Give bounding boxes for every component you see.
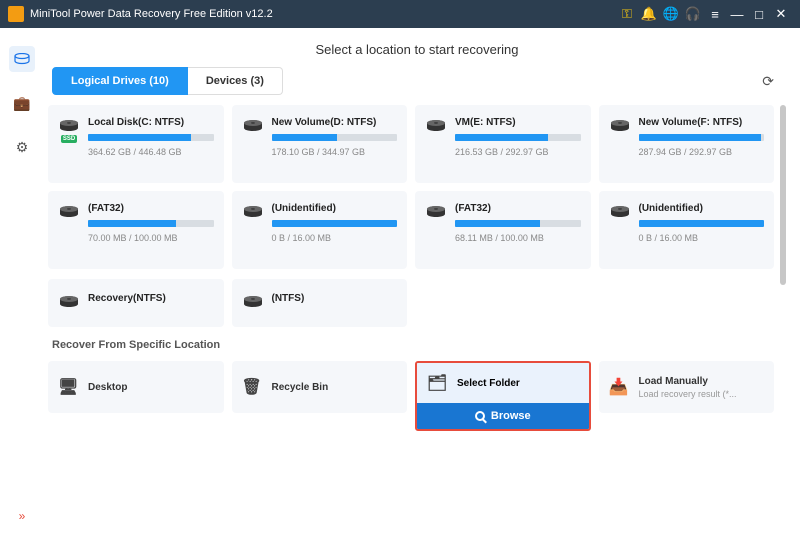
location-load-manually[interactable]: 📥 Load Manually Load recovery result (*.…: [599, 361, 775, 413]
location-sublabel: Load recovery result (*...: [639, 389, 765, 399]
drive-name: VM(E: NTFS): [455, 117, 581, 128]
drive-size: 0 B / 16.00 MB: [272, 233, 398, 243]
disk-icon: [58, 293, 80, 313]
drive-card[interactable]: SSD Local Disk(C: NTFS) 364.62 GB / 446.48…: [48, 105, 224, 183]
maximize-icon[interactable]: □: [748, 7, 770, 22]
disk-icon: [609, 117, 631, 173]
location-desktop[interactable]: 🖥 Desktop: [48, 361, 224, 413]
drive-size: 70.00 MB / 100.00 MB: [88, 233, 214, 243]
browse-label: Browse: [491, 410, 531, 422]
sidebar-expand-icon[interactable]: »: [19, 509, 26, 523]
drive-name: Local Disk(C: NTFS): [88, 117, 214, 128]
disk-icon: [58, 203, 80, 259]
drive-name: (NTFS): [272, 293, 398, 304]
drive-usage-bar: [88, 134, 214, 141]
location-select-folder[interactable]: 🗂 Select Folder: [417, 363, 589, 403]
trash-icon: 🗑: [242, 377, 262, 397]
app-logo-icon: [8, 6, 24, 22]
sidebar: 💼 ⚙ »: [0, 28, 44, 533]
drive-card[interactable]: (Unidentified) 0 B / 16.00 MB: [599, 191, 775, 269]
drive-size: 364.62 GB / 446.48 GB: [88, 147, 214, 157]
drive-size: 287.94 GB / 292.97 GB: [639, 147, 765, 157]
select-folder-group: 🗂 Select Folder Browse: [415, 361, 591, 431]
drive-size: 68.11 MB / 100.00 MB: [455, 233, 581, 243]
title-bar: MiniTool Power Data Recovery Free Editio…: [0, 0, 800, 28]
location-label: Select Folder: [457, 378, 520, 389]
globe-icon[interactable]: 🌐: [660, 6, 682, 22]
drive-card[interactable]: (FAT32) 68.11 MB / 100.00 MB: [415, 191, 591, 269]
sidebar-item-toolbox[interactable]: 💼: [9, 90, 35, 116]
drive-card[interactable]: Recovery(NTFS): [48, 279, 224, 327]
drive-usage-bar: [272, 134, 398, 141]
disk-icon: [609, 203, 631, 259]
location-label: Load Manually: [639, 376, 708, 387]
drive-card[interactable]: (FAT32) 70.00 MB / 100.00 MB: [48, 191, 224, 269]
drive-size: 0 B / 16.00 MB: [639, 233, 765, 243]
tab-logical-drives[interactable]: Logical Drives (10): [52, 67, 188, 95]
location-recycle-bin[interactable]: 🗑 Recycle Bin: [232, 361, 408, 413]
drive-card[interactable]: New Volume(F: NTFS) 287.94 GB / 292.97 GB: [599, 105, 775, 183]
drive-name: Recovery(NTFS): [88, 293, 214, 304]
drive-usage-bar: [455, 220, 581, 227]
disk-icon: SSD: [58, 117, 80, 173]
drive-card[interactable]: VM(E: NTFS) 216.53 GB / 292.97 GB: [415, 105, 591, 183]
scrollbar[interactable]: [780, 105, 786, 285]
folder-icon: 🗂: [427, 373, 447, 393]
drive-name: (FAT32): [455, 203, 581, 214]
drive-usage-bar: [639, 220, 765, 227]
disk-icon: [242, 117, 264, 173]
drive-usage-bar: [272, 220, 398, 227]
location-label: Recycle Bin: [272, 382, 329, 393]
desktop-icon: 🖥: [58, 377, 78, 397]
drive-usage-bar: [455, 134, 581, 141]
key-icon[interactable]: ⚿: [616, 6, 638, 22]
tab-devices[interactable]: Devices (3): [188, 67, 283, 95]
disk-icon: [425, 203, 447, 259]
ssd-badge: SSD: [61, 135, 77, 143]
load-icon: 📥: [609, 377, 629, 397]
location-label: Desktop: [88, 382, 127, 393]
drive-size: 178.10 GB / 344.97 GB: [272, 147, 398, 157]
minimize-icon[interactable]: —: [726, 7, 748, 22]
drive-name: New Volume(F: NTFS): [639, 117, 765, 128]
drive-usage-bar: [639, 134, 765, 141]
drive-card[interactable]: (NTFS): [232, 279, 408, 327]
drive-name: (Unidentified): [639, 203, 765, 214]
disk-icon: [242, 203, 264, 259]
drive-card[interactable]: New Volume(D: NTFS) 178.10 GB / 344.97 GB: [232, 105, 408, 183]
browse-button[interactable]: Browse: [417, 403, 589, 429]
drive-name: New Volume(D: NTFS): [272, 117, 398, 128]
sidebar-item-settings[interactable]: ⚙: [9, 134, 35, 160]
menu-icon[interactable]: ≡: [704, 7, 726, 22]
sidebar-item-recovery[interactable]: [9, 46, 35, 72]
drive-usage-bar: [88, 220, 214, 227]
headset-icon[interactable]: 🎧: [682, 6, 704, 22]
search-icon: [475, 411, 485, 421]
drive-card[interactable]: (Unidentified) 0 B / 16.00 MB: [232, 191, 408, 269]
disk-icon: [425, 117, 447, 173]
refresh-icon[interactable]: ⟳: [754, 69, 782, 94]
disk-icon: [242, 293, 264, 313]
bell-icon[interactable]: 🔔: [638, 6, 660, 22]
close-icon[interactable]: ✕: [770, 6, 792, 22]
page-heading: Select a location to start recovering: [48, 38, 786, 67]
drive-size: 216.53 GB / 292.97 GB: [455, 147, 581, 157]
drive-name: (Unidentified): [272, 203, 398, 214]
drive-name: (FAT32): [88, 203, 214, 214]
app-title: MiniTool Power Data Recovery Free Editio…: [30, 8, 273, 20]
section-title: Recover From Specific Location: [52, 339, 774, 351]
